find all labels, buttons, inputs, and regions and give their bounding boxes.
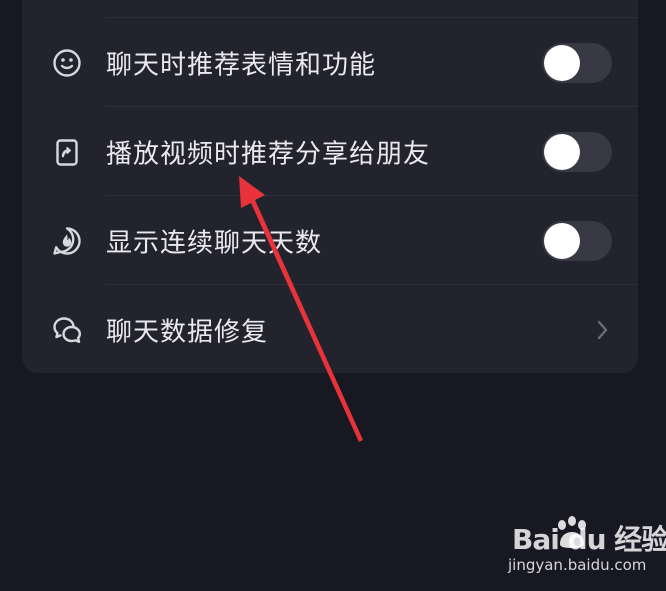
baidu-jingyan-watermark: Bai du 经验 jingyan.baidu.com — [508, 516, 666, 580]
toggle-knob — [544, 44, 580, 81]
setting-row-recommend-share[interactable]: 播放视频时推荐分享给朋友 — [22, 107, 638, 196]
chevron-right-icon — [597, 320, 608, 339]
setting-row-chat-repair[interactable]: 聊天数据修复 — [22, 285, 638, 374]
flame-chat-icon — [53, 226, 81, 255]
toggle-knob — [544, 222, 580, 259]
settings-card: 聊天时推荐表情和功能 播放视频时推荐分享给朋友 显示连续聊天天数 聊天数据修复 — [22, 0, 638, 373]
watermark-url: jingyan.baidu.com — [508, 556, 647, 574]
recommend-emoji-toggle[interactable] — [542, 42, 612, 83]
setting-label: 播放视频时推荐分享给朋友 — [106, 139, 431, 169]
chat-streak-toggle[interactable] — [542, 220, 612, 261]
setting-label: 显示连续聊天天数 — [106, 228, 323, 258]
smiley-icon — [53, 48, 81, 77]
recommend-share-toggle[interactable] — [542, 131, 612, 172]
setting-row-chat-streak[interactable]: 显示连续聊天天数 — [22, 196, 638, 285]
toggle-knob — [544, 133, 580, 170]
setting-label: 聊天时推荐表情和功能 — [106, 50, 377, 80]
share-video-icon — [56, 138, 78, 166]
setting-row-recommend-emoji[interactable]: 聊天时推荐表情和功能 — [22, 18, 638, 107]
setting-label: 聊天数据修复 — [106, 317, 269, 347]
paw-logo-icon — [558, 516, 586, 548]
chat-repair-icon — [53, 316, 81, 343]
